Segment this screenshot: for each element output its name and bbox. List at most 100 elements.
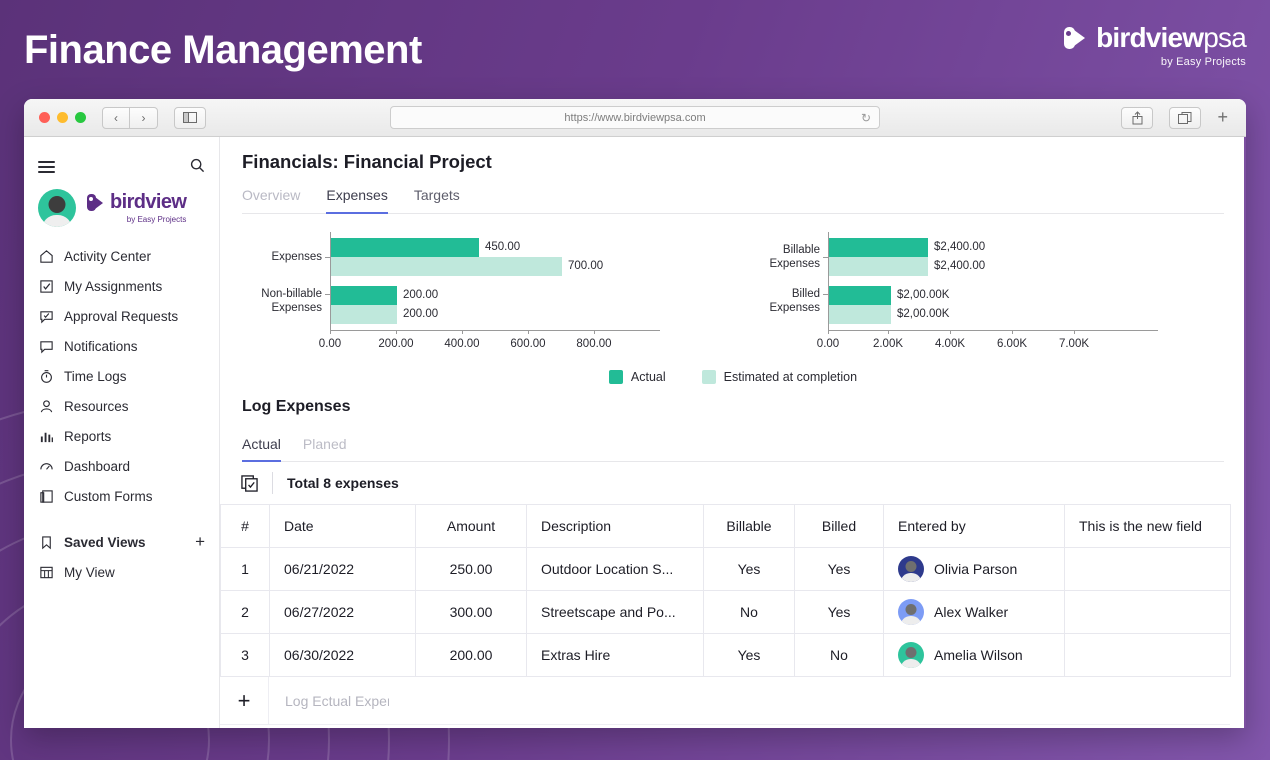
cell-new-field bbox=[1064, 633, 1231, 677]
avatar bbox=[898, 599, 924, 625]
column-header-index[interactable]: # bbox=[220, 504, 270, 548]
bar-value-label: $2,400.00 bbox=[934, 241, 986, 253]
back-button[interactable]: ‹ bbox=[102, 106, 130, 129]
sidebar-item-reports[interactable]: Reports bbox=[24, 421, 219, 451]
column-header-new-field[interactable]: This is the new field bbox=[1064, 504, 1231, 548]
x-tick-label: 0.00 bbox=[318, 338, 342, 350]
chart-legend: Actual Estimated at completion bbox=[220, 370, 1246, 384]
x-tick-label: 4.00K bbox=[934, 338, 966, 350]
expenses-chart: Expenses Non-billable Expenses 450.00 700… bbox=[240, 230, 728, 358]
banner-title: Finance Management bbox=[24, 28, 422, 72]
add-expense-button[interactable]: + bbox=[220, 676, 269, 725]
page-banner: Finance Management birdviewpsa by Easy P… bbox=[0, 0, 1270, 96]
birdview-psa-logo: birdviewpsa by Easy Projects bbox=[1062, 22, 1247, 68]
hamburger-icon[interactable] bbox=[38, 161, 55, 173]
share-button[interactable] bbox=[1121, 106, 1154, 129]
forms-icon bbox=[38, 488, 54, 504]
minimize-window-button[interactable] bbox=[57, 112, 68, 123]
tabs-icon bbox=[1178, 111, 1192, 124]
stopwatch-icon bbox=[38, 368, 54, 384]
column-header-amount[interactable]: Amount bbox=[415, 504, 527, 548]
legend-swatch-actual bbox=[608, 370, 623, 384]
cell-date: 06/30/2022 bbox=[269, 633, 416, 677]
bar-actual bbox=[331, 238, 479, 257]
legend-label: Estimated at completion bbox=[723, 370, 858, 384]
x-tick-label: 0.00 bbox=[816, 338, 840, 350]
reload-icon[interactable]: ↻ bbox=[861, 111, 871, 125]
address-bar[interactable]: https://www.birdviewpsa.com ↻ bbox=[390, 106, 880, 129]
tab-targets[interactable]: Targets bbox=[414, 187, 460, 214]
table-row[interactable]: 1 06/21/2022 250.00 Outdoor Location S..… bbox=[220, 547, 1231, 591]
sidebar-item-activity-center[interactable]: Activity Center bbox=[24, 241, 219, 271]
cell-entered-by: Alex Walker bbox=[883, 590, 1065, 634]
column-header-entered-by[interactable]: Entered by bbox=[883, 504, 1065, 548]
x-tick-label: 600.00 bbox=[510, 338, 546, 350]
cell-amount: 300.00 bbox=[415, 590, 527, 634]
tab-expenses[interactable]: Expenses bbox=[326, 187, 388, 214]
add-expense-row[interactable]: + Log Ectual Expense bbox=[220, 676, 1230, 725]
sidebar-item-label: Approval Requests bbox=[64, 308, 179, 324]
sidebar-section-saved-views[interactable]: Saved Views + bbox=[24, 527, 219, 557]
sidebar-item-label: My Assignments bbox=[64, 278, 163, 294]
column-header-billable[interactable]: Billable bbox=[703, 504, 795, 548]
cell-billed: Yes bbox=[794, 547, 884, 591]
x-tick-label: 2.00K bbox=[872, 338, 904, 350]
add-saved-view-button[interactable]: + bbox=[195, 532, 205, 552]
x-tick-label: 7.00K bbox=[1058, 338, 1090, 350]
toolbar-divider bbox=[272, 472, 273, 494]
window-controls[interactable] bbox=[39, 112, 86, 123]
chart-category-label: Expenses bbox=[271, 251, 322, 263]
maximize-window-button[interactable] bbox=[75, 112, 86, 123]
cell-entered-by: Olivia Parson bbox=[883, 547, 1065, 591]
x-tick-label: 400.00 bbox=[444, 338, 480, 350]
sidebar-item-label: Resources bbox=[64, 398, 129, 414]
column-header-date[interactable]: Date bbox=[269, 504, 416, 548]
table-header-row: # Date Amount Description Billable Bille… bbox=[220, 504, 1231, 548]
sidebar-item-my-assignments[interactable]: My Assignments bbox=[24, 271, 219, 301]
bar-value-label: $2,00.00K bbox=[897, 308, 950, 320]
sidebar-item-custom-forms[interactable]: Custom Forms bbox=[24, 481, 219, 511]
legend-label: Actual bbox=[630, 370, 666, 384]
charts-row: Expenses Non-billable Expenses 450.00 700… bbox=[220, 214, 1246, 358]
chart-category-label: Billable Expenses bbox=[769, 244, 820, 270]
table-row[interactable]: 2 06/27/2022 300.00 Streetscape and Po..… bbox=[220, 590, 1231, 634]
show-tabs-button[interactable] bbox=[1169, 106, 1202, 129]
table-row[interactable]: 3 06/30/2022 200.00 Extras Hire Yes No A… bbox=[220, 633, 1231, 677]
saved-views-label: Saved Views bbox=[64, 534, 146, 550]
cell-date: 06/21/2022 bbox=[269, 547, 416, 591]
checkbox-icon bbox=[38, 278, 54, 294]
table-toolbar: Total 8 expenses bbox=[220, 462, 1246, 504]
brand-name-psa: psa bbox=[1203, 22, 1247, 53]
avatar bbox=[898, 642, 924, 668]
cell-new-field bbox=[1064, 590, 1231, 634]
share-icon bbox=[1132, 110, 1143, 124]
home-icon bbox=[38, 248, 54, 264]
sidebar-toggle-button[interactable] bbox=[174, 106, 206, 129]
bar-estimated bbox=[829, 305, 891, 324]
add-expense-input[interactable]: Log Ectual Expense bbox=[269, 693, 389, 709]
sidebar-item-approval-requests[interactable]: Approval Requests bbox=[24, 301, 219, 331]
copy-check-icon[interactable] bbox=[240, 474, 258, 492]
column-header-description[interactable]: Description bbox=[526, 504, 704, 548]
new-tab-button[interactable]: + bbox=[1209, 107, 1236, 128]
x-tick-label: 800.00 bbox=[576, 338, 612, 350]
avatar bbox=[898, 556, 924, 582]
tab-overview[interactable]: Overview bbox=[242, 187, 300, 214]
search-icon[interactable] bbox=[190, 158, 205, 176]
sidebar-item-dashboard[interactable]: Dashboard bbox=[24, 451, 219, 481]
sidebar-item-resources[interactable]: Resources bbox=[24, 391, 219, 421]
user-avatar[interactable] bbox=[38, 189, 76, 227]
tab-planed[interactable]: Planed bbox=[303, 436, 347, 462]
forward-button[interactable]: › bbox=[130, 106, 158, 129]
cell-index: 1 bbox=[220, 547, 270, 591]
tab-actual[interactable]: Actual bbox=[242, 436, 281, 462]
brand-name: birdview bbox=[1096, 22, 1204, 53]
column-header-billed[interactable]: Billed bbox=[794, 504, 884, 548]
close-window-button[interactable] bbox=[39, 112, 50, 123]
sidebar-item-my-view[interactable]: My View bbox=[24, 557, 219, 587]
cell-date: 06/27/2022 bbox=[269, 590, 416, 634]
sidebar-item-notifications[interactable]: Notifications bbox=[24, 331, 219, 361]
sidebar-item-time-logs[interactable]: Time Logs bbox=[24, 361, 219, 391]
bar-actual bbox=[829, 286, 891, 305]
cell-description: Outdoor Location S... bbox=[526, 547, 704, 591]
